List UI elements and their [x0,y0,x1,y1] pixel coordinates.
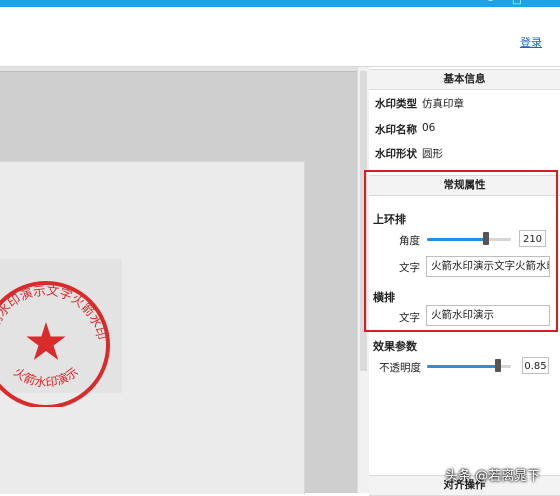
watermark-type-label: 水印类型 [375,98,417,110]
maximize-button[interactable]: □ [512,0,521,6]
star-icon [26,322,66,360]
watermark-type-value: 仿真印章 [422,98,464,110]
watermark-name-value: 06 [422,122,436,134]
ruler [0,67,357,72]
opacity-label: 不透明度 [379,362,421,374]
basic-info-header: 基本信息 [369,69,560,90]
seal-preview[interactable]: 火箭水印演示文字火箭水印 火箭水印演示 [0,259,122,407]
title-bar: – □ [0,0,560,7]
canvas-area[interactable]: 火箭水印演示文字火箭水印 火箭水印演示 [0,67,357,494]
source-watermark: 头条 @若离晁下 [445,469,541,484]
watermark-shape-label: 水印形状 [375,148,417,160]
opacity-input[interactable]: 0.85 [522,357,549,374]
opacity-slider-fill [427,365,499,368]
minimize-button[interactable]: – [488,0,493,6]
highlight-box [364,170,558,332]
opacity-slider[interactable] [427,359,511,373]
seal-stamp: 火箭水印演示文字火箭水印 火箭水印演示 [0,281,110,407]
toolbar: 登录 [0,7,560,67]
watermark-shape-value: 圆形 [422,148,443,160]
seal-center-text: 火箭水印演示 [11,365,81,390]
watermark-name-label: 水印名称 [375,124,417,136]
login-link[interactable]: 登录 [520,34,542,50]
effect-params-title: 效果参数 [373,340,417,353]
opacity-slider-knob[interactable] [495,359,502,372]
